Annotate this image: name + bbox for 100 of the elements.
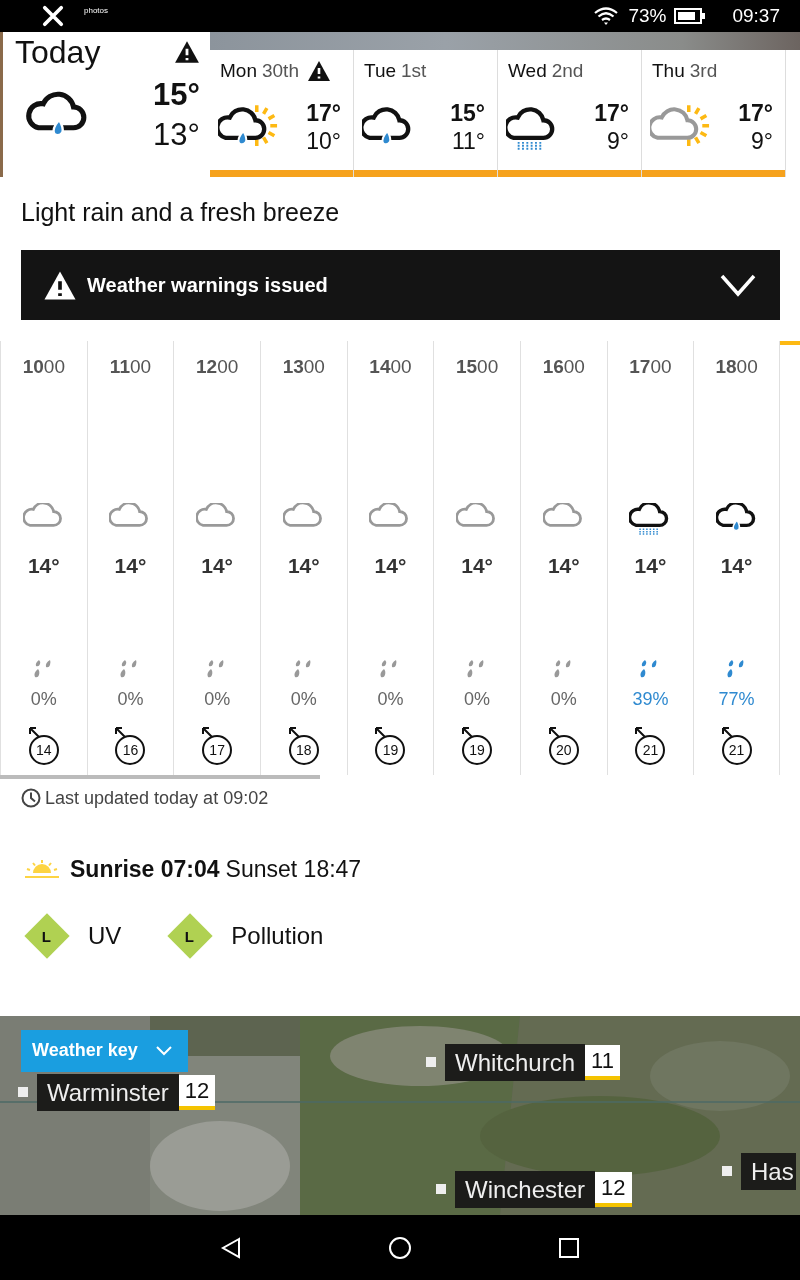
place-marker bbox=[722, 1166, 732, 1177]
high-temperature: 15° bbox=[153, 75, 200, 114]
index-level-badge: L bbox=[167, 913, 213, 959]
chevron-icon bbox=[155, 1045, 172, 1056]
rain-chance: 0% bbox=[204, 688, 231, 711]
low-temperature: 13° bbox=[153, 115, 200, 154]
wind-speed: 20 bbox=[548, 735, 579, 766]
clock-icon bbox=[21, 788, 41, 809]
hour-label: 1300 bbox=[282, 355, 325, 380]
day-card[interactable]: Mon 30th 17° 10° bbox=[210, 49, 354, 178]
rain-chance: 0% bbox=[464, 688, 491, 711]
battery-percent: 73% bbox=[628, 4, 667, 27]
place-marker bbox=[426, 1057, 436, 1068]
day-date: 1st bbox=[401, 59, 427, 82]
day-card[interactable]: Tue 1st 15° 11° bbox=[354, 49, 498, 178]
wind-arrow-icon bbox=[200, 725, 215, 740]
wind-arrow-icon bbox=[113, 725, 128, 740]
day-card[interactable]: Thu 3rd 17° 9° bbox=[642, 49, 786, 178]
wind-speed: 19 bbox=[375, 735, 406, 766]
home-icon[interactable] bbox=[388, 1235, 412, 1260]
hour-label: 1600 bbox=[542, 355, 585, 380]
wind-speed: 18 bbox=[288, 735, 319, 766]
rain-chance: 77% bbox=[718, 688, 755, 711]
wifi-icon bbox=[594, 6, 619, 25]
hour-temperature: 14° bbox=[114, 553, 147, 580]
high-temperature: 17° bbox=[738, 99, 773, 128]
low-temperature: 10° bbox=[306, 127, 341, 156]
wind-arrow-icon bbox=[373, 725, 388, 740]
place-marker bbox=[436, 1184, 446, 1195]
rain-chance: 0% bbox=[30, 688, 57, 711]
day-label: Tue bbox=[364, 59, 397, 82]
rain-chance: 0% bbox=[117, 688, 144, 711]
place-name[interactable]: Whitchurch bbox=[445, 1043, 586, 1081]
place-marker bbox=[18, 1087, 28, 1098]
hour-temperature: 14° bbox=[634, 553, 667, 580]
low-temperature: 9° bbox=[607, 127, 629, 156]
rain-chance: 0% bbox=[377, 688, 404, 711]
low-temperature: 11° bbox=[451, 127, 485, 156]
day-date: 2nd bbox=[551, 59, 584, 82]
low-temperature: 9° bbox=[751, 127, 773, 156]
place-name[interactable]: Has bbox=[741, 1152, 796, 1190]
wind-speed: 16 bbox=[115, 735, 146, 766]
high-temperature: 17° bbox=[594, 99, 629, 128]
wind-arrow-icon bbox=[719, 725, 734, 740]
warning-icon bbox=[43, 269, 77, 301]
notification-label: photos bbox=[84, 6, 109, 16]
x-logo-icon bbox=[42, 4, 64, 27]
hour-label: 1200 bbox=[196, 355, 239, 380]
battery-icon bbox=[674, 7, 707, 24]
hour-label: 1000 bbox=[22, 355, 65, 380]
day-label: Wed bbox=[508, 59, 547, 82]
day-label: Mon bbox=[220, 59, 257, 82]
index-name: UV bbox=[88, 921, 122, 950]
hour-temperature: 14° bbox=[287, 553, 320, 580]
clock-time: 09:37 bbox=[732, 4, 780, 27]
hour-label: 1400 bbox=[369, 355, 412, 380]
wind-speed: 14 bbox=[28, 735, 59, 766]
index-name: Pollution bbox=[231, 921, 324, 950]
rain-chance: 0% bbox=[550, 688, 577, 711]
hour-temperature: 14° bbox=[374, 553, 407, 580]
place-temperature: 11 bbox=[585, 1044, 620, 1080]
wind-speed: 19 bbox=[462, 735, 493, 766]
wind-arrow-icon bbox=[286, 725, 301, 740]
hour-temperature: 14° bbox=[461, 553, 493, 580]
wind-speed: 21 bbox=[721, 735, 752, 766]
hour-label: 1700 bbox=[629, 355, 672, 380]
day-date: 3rd bbox=[689, 59, 718, 82]
warnings-banner[interactable]: Weather warnings issued bbox=[21, 250, 780, 321]
hour-temperature: 14° bbox=[720, 553, 753, 580]
wind-arrow-icon bbox=[460, 725, 475, 740]
hour-label: 1800 bbox=[715, 355, 758, 380]
hour-temperature: 14° bbox=[27, 553, 60, 580]
high-temperature: 15° bbox=[450, 99, 485, 128]
wind-arrow-icon bbox=[546, 725, 561, 740]
wind-speed: 21 bbox=[635, 735, 666, 766]
chevron-icon bbox=[720, 273, 756, 298]
hour-label: 1100 bbox=[109, 355, 152, 380]
wind-speed: 17 bbox=[202, 735, 233, 766]
day-card[interactable]: Wed 2nd 17° 9° bbox=[498, 49, 642, 178]
index-level-badge: L bbox=[24, 913, 70, 959]
forecast-summary: Light rain and a fresh breeze bbox=[20, 197, 341, 228]
day-title: Today bbox=[15, 33, 101, 71]
last-updated: Last updated today at 09:02 bbox=[45, 787, 269, 809]
place-name[interactable]: Winchester bbox=[455, 1170, 596, 1208]
place-name[interactable]: Warminster bbox=[37, 1073, 179, 1111]
day-label: Thu bbox=[652, 59, 685, 82]
high-temperature: 17° bbox=[306, 99, 341, 128]
sunrise-time: Sunrise 07:04 bbox=[70, 855, 220, 883]
wind-arrow-icon bbox=[26, 725, 41, 740]
wind-arrow-icon bbox=[633, 725, 648, 740]
rain-chance: 39% bbox=[632, 688, 669, 711]
hour-temperature: 14° bbox=[547, 553, 580, 580]
place-temperature: 12 bbox=[595, 1171, 632, 1207]
recents-icon[interactable] bbox=[557, 1235, 581, 1260]
sunrise-icon bbox=[24, 858, 60, 881]
hour-temperature: 14° bbox=[201, 553, 233, 580]
hour-label: 1500 bbox=[455, 355, 499, 380]
rain-chance: 0% bbox=[290, 688, 317, 711]
sunset-time: Sunset 18:47 bbox=[225, 855, 362, 883]
back-icon[interactable] bbox=[219, 1235, 243, 1260]
